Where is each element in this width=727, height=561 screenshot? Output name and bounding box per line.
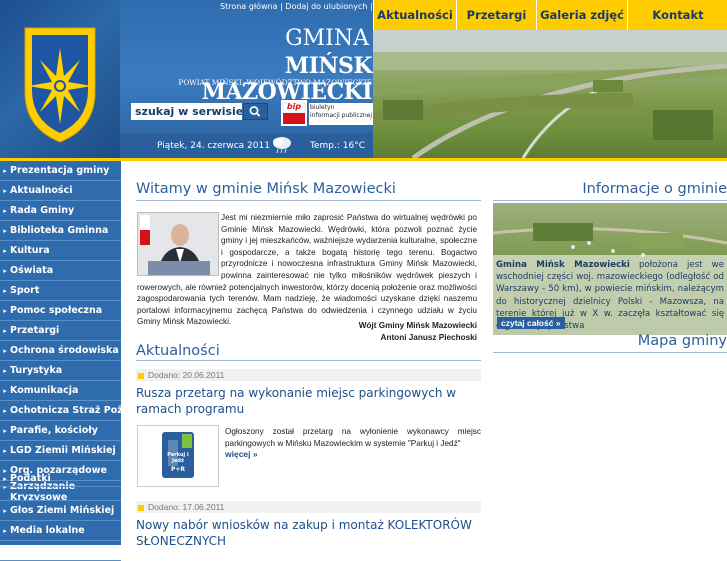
news-image-parkuj[interactable]: Parkuj i Jedź P+R <box>137 425 219 487</box>
sidebar-item-podatki[interactable]: ▸ Podatki <box>0 470 121 487</box>
news-headline-1[interactable]: Rusza przetarg na wykonanie miejsc parki… <box>136 385 481 417</box>
sidebar-item-turystyka[interactable]: ▸ Turystyka <box>0 361 121 381</box>
chevron-right-icon: ▸ <box>3 347 7 355</box>
info-read-more[interactable]: czytaj całość » <box>497 317 565 329</box>
bip-text-2: informacji publicznej <box>310 112 373 119</box>
welcome-title: Witamy w gminie Mińsk Mazowiecki <box>136 181 396 197</box>
info-title: Informacje o gminie <box>582 181 727 197</box>
chevron-right-icon: ▸ <box>3 227 7 235</box>
sidebar-item-komunikacja[interactable]: ▸ Komunikacja <box>0 381 121 401</box>
search-button[interactable] <box>243 103 268 120</box>
chevron-right-icon: ▸ <box>3 167 7 175</box>
chevron-right-icon: ▸ <box>3 267 7 275</box>
map-title[interactable]: Mapa gminy <box>493 332 727 350</box>
nav-aktualnosci[interactable]: Aktualności <box>373 0 456 30</box>
chevron-right-icon: ▸ <box>3 427 7 435</box>
news-rule <box>136 360 481 361</box>
chevron-right-icon: ▸ <box>3 387 7 395</box>
news-date-2: Dodano: 17.06.2011 <box>136 501 481 513</box>
coat-of-arms-logo[interactable] <box>0 0 120 158</box>
sidebar-item-biblioteka[interactable]: ▸ Biblioteka Gminna <box>0 221 121 241</box>
news-text-1: Ogłoszony został przetarg na wyłonienie … <box>225 427 481 448</box>
sidebar-item-media[interactable]: ▸ Media lokalne <box>0 521 121 541</box>
sidebar-item-kultura[interactable]: ▸ Kultura <box>0 241 121 261</box>
nav-galeria[interactable]: Galeria zdjęć <box>536 0 627 30</box>
news-title: Aktualności <box>136 343 220 359</box>
cloud-icon <box>273 137 291 154</box>
sidebar-item-osp[interactable]: ▸ Ochotnicza Straż Poż. <box>0 401 121 421</box>
nav-przetargi[interactable]: Przetargi <box>456 0 536 30</box>
pr-logo-text: P+R <box>170 466 186 473</box>
chevron-right-icon: ▸ <box>3 247 7 255</box>
news-headline-2[interactable]: Nowy nabór wniosków na zakup i montaż KO… <box>136 517 481 549</box>
map-rule <box>493 352 727 353</box>
search-input[interactable] <box>131 103 242 120</box>
top-links[interactable]: Strona główna | Dodaj do ulubionych | <box>220 0 373 14</box>
chevron-right-icon: ▸ <box>3 207 7 215</box>
sidebar-item-galeria[interactable]: ▸ Galeria zdjęć <box>0 541 121 561</box>
sidebar-item-lgd[interactable]: ▸ LGD Ziemii Mińskiej <box>0 441 121 461</box>
sidebar-item-przetargi[interactable]: ▸ Przetargi <box>0 321 121 341</box>
bip-logo-text: bip <box>286 102 302 111</box>
current-date: Piątek, 24. czerwca 2011 <box>157 141 270 151</box>
welcome-text: Jest mi niezmiernie miło zaprosić Państw… <box>137 213 477 327</box>
info-rule <box>493 200 727 201</box>
sidebar-item-prezentacja[interactable]: ▸ Prezentacja gminy <box>0 161 121 181</box>
chevron-right-icon: ▸ <box>3 475 7 483</box>
site-subtitle: POWIAT MIŃSKI, WOJEWÓDZTWO MAZOWIECKIE <box>178 78 372 87</box>
current-temperature: Temp.: 16°C <box>310 141 365 151</box>
welcome-sign-1: Wójt Gminy Mińsk Mazowiecki <box>358 321 477 330</box>
chevron-right-icon: ▸ <box>3 547 7 555</box>
chevron-right-icon: ▸ <box>3 307 7 315</box>
sidebar-item-rada[interactable]: ▸ Rada Gminy <box>0 201 121 221</box>
header-logo-panel <box>0 0 120 158</box>
news-more-1[interactable]: więcej » <box>225 449 258 459</box>
search-icon <box>249 106 261 117</box>
chevron-right-icon: ▸ <box>3 327 7 335</box>
bip-link[interactable]: bip biuletyn informacji publicznej <box>281 100 373 128</box>
chevron-right-icon: ▸ <box>3 187 7 195</box>
chevron-right-icon: ▸ <box>3 507 7 515</box>
info-text-bold: Gmina Mińsk Mazowiecki <box>496 260 630 270</box>
sidebar-item-parafie[interactable]: ▸ Parafie, kościoły <box>0 421 121 441</box>
site-title-gmina: GMINA <box>285 26 369 51</box>
chevron-right-icon: ▸ <box>3 287 7 295</box>
sidebar-item-pomoc[interactable]: ▸ Pomoc społeczna <box>0 301 121 321</box>
sidebar-item-sport[interactable]: ▸ Sport <box>0 281 121 301</box>
bip-text-1: biuletyn <box>310 104 335 111</box>
welcome-rule <box>136 200 481 201</box>
sidebar-item-aktualnosci[interactable]: ▸ Aktualności <box>0 181 121 201</box>
parkuj-logo-text: Parkuj i Jedź <box>167 452 189 464</box>
chevron-right-icon: ▸ <box>3 527 7 535</box>
nav-kontakt[interactable]: Kontakt <box>627 0 727 30</box>
sidebar-menu: ▸ Prezentacja gminy ▸ Aktualności ▸ Rada Gm… <box>0 161 121 561</box>
chevron-right-icon: ▸ <box>3 447 7 455</box>
news-date-1: Dodano: 20.06.2011 <box>136 369 481 381</box>
sidebar-item-oswiata[interactable]: ▸ Oświata <box>0 261 121 281</box>
chevron-right-icon: ▸ <box>3 367 7 375</box>
chevron-right-icon: ▸ <box>3 407 7 415</box>
header-aerial-photo <box>373 30 727 158</box>
sidebar-item-ochrona[interactable]: ▸ Ochrona środowiska <box>0 341 121 361</box>
top-navigation: Strona główna | Dodaj do ulubionych | Ak… <box>120 0 727 30</box>
date-weather-bar: Piątek, 24. czerwca 2011 Temp.: 16°C <box>120 133 373 158</box>
sidebar-item-glos[interactable]: ▸ Głos Ziemi Mińskiej <box>0 501 121 521</box>
